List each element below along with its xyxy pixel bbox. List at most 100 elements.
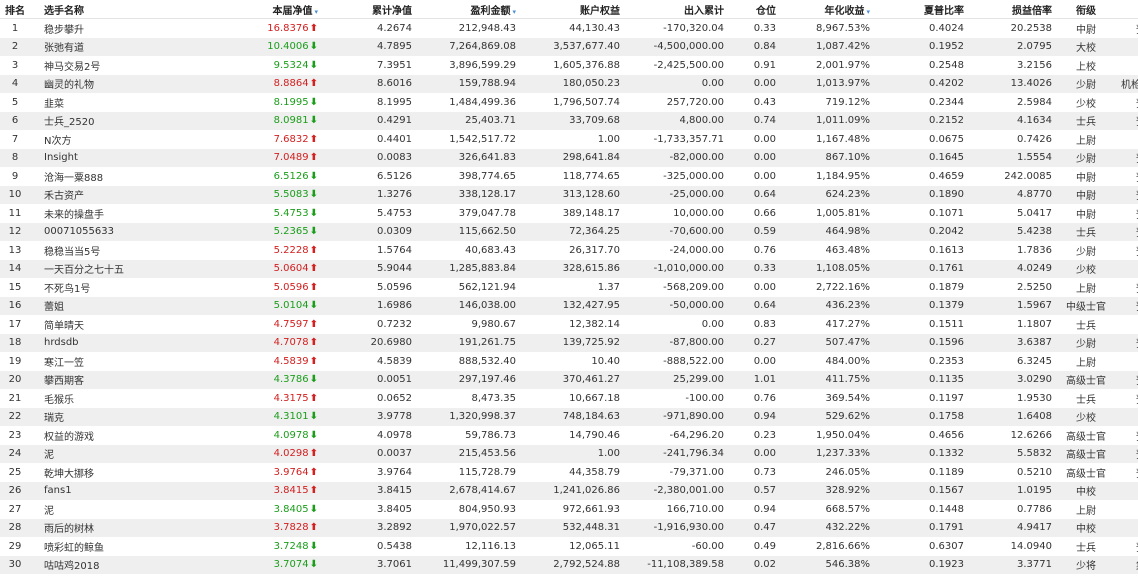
cell-name[interactable]: 00071055633: [30, 222, 224, 241]
nav-value: 5.5083: [273, 189, 309, 201]
cell-name[interactable]: 简单晴天: [30, 315, 224, 334]
cell-arm: 空军: [1116, 481, 1138, 500]
cell-name[interactable]: N次方: [30, 130, 224, 149]
arrow-down-icon: ⬇: [309, 59, 318, 71]
cell-title: 中尉: [1076, 24, 1096, 36]
cell-sharpe: 0.1791: [874, 518, 968, 537]
cell-nav: 5.2228⬆: [224, 241, 322, 260]
cell-flow: -100.00: [685, 392, 724, 404]
cell-sharpe: 0.4656: [929, 429, 964, 441]
table-row: 8 Insight 7.0489⬆ 0.0083 326,641.83 298,641.8…: [0, 148, 1138, 167]
cell-name[interactable]: 寒江一笠: [30, 352, 224, 371]
cell-pnl: 1,320,998.37: [416, 407, 520, 426]
cell-name[interactable]: 毛猴乐: [30, 389, 224, 408]
cell-name[interactable]: 雨后的树林: [30, 518, 224, 537]
cell-arm: 预备役: [1116, 241, 1138, 260]
nav-value: 3.8415: [273, 485, 309, 497]
cell-name[interactable]: 神马交易2号: [30, 56, 224, 75]
cell-nav: 4.3175⬆: [224, 389, 322, 408]
cell-title: 士兵: [1076, 542, 1096, 554]
cell-flow: 0.00: [624, 74, 728, 93]
cell-nav: 5.0104⬇: [224, 296, 322, 315]
cell-pnl: 804,950.93: [458, 503, 516, 515]
cell-name[interactable]: 一天百分之七十五: [30, 259, 224, 278]
cell-name[interactable]: 幽灵的礼物: [30, 74, 224, 93]
cell-arm: 预备役: [1116, 537, 1138, 556]
arrow-up-icon: ⬆: [309, 263, 318, 275]
arrow-up-icon: ⬆: [309, 355, 318, 367]
table-row: 28 雨后的树林 3.7828⬆ 3.2892 1,970,022.57 532,448.…: [0, 518, 1138, 537]
cell-name[interactable]: 稳步攀升: [30, 19, 224, 38]
cell-cum: 6.5126: [377, 170, 412, 182]
nav-value: 3.8405: [273, 503, 309, 515]
sort-desc-icon: ▾: [866, 7, 870, 16]
cell-arm: 预备役: [1116, 426, 1138, 445]
cell-equity: 14,790.46: [569, 429, 620, 441]
cell-nav: 10.4006⬇: [224, 37, 322, 56]
table-row: 2 张弛有道 10.4006⬇ 4.7895 7,264,869.08 3,537,677…: [0, 37, 1138, 56]
cell-pnl: 59,786.73: [465, 429, 516, 441]
cell-pnl: 40,683.43: [465, 244, 516, 256]
cell-name[interactable]: 乾坤大挪移: [30, 463, 224, 482]
cell-pnl: 212,948.43: [458, 22, 516, 34]
cell-flow: -568,209.00: [663, 281, 724, 293]
cell-annual: 529.62%: [780, 407, 874, 426]
cell-plratio: 2.5984: [1017, 96, 1052, 108]
cell-flow: -1,916,930.00: [624, 518, 728, 537]
cell-rank: 5: [11, 96, 19, 108]
cell-name[interactable]: 泥: [30, 444, 224, 463]
header-nav-sortable[interactable]: 本届净值 ▾: [224, 0, 322, 19]
cell-name[interactable]: Insight: [30, 148, 224, 167]
cell-name[interactable]: 士兵_2520: [30, 111, 224, 130]
cell-plratio: 242.0085: [1004, 170, 1052, 182]
nav-value: 5.2365: [273, 226, 309, 238]
cell-name[interactable]: 喷彩虹的鲸鱼: [30, 537, 224, 556]
cell-arm: 预备役: [1116, 222, 1138, 241]
cell-rank: 11: [8, 207, 22, 219]
cell-annual: 246.05%: [825, 466, 871, 478]
cell-sharpe: 0.1758: [874, 407, 968, 426]
cell-name[interactable]: 蕾姐: [30, 296, 224, 315]
cell-flow: -2,380,001.00: [624, 481, 728, 500]
cell-name[interactable]: 泥: [30, 500, 224, 519]
cell-name[interactable]: hrdsdb: [30, 333, 224, 352]
cell-name[interactable]: fans1: [30, 481, 224, 500]
arrow-up-icon: ⬆: [309, 281, 318, 293]
cell-plratio: 14.0940: [1010, 540, 1052, 552]
cell-nav: 3.8415⬆: [224, 481, 322, 500]
cell-title: 中校: [1056, 518, 1116, 537]
cell-equity: 1,605,376.88: [553, 59, 620, 71]
cell-flow: -79,371.00: [669, 466, 724, 478]
cell-rank: 20: [0, 370, 30, 389]
cell-sharpe: 0.1923: [874, 555, 968, 574]
cell-nav: 4.7597⬆: [224, 315, 322, 334]
cell-name[interactable]: 瑞克: [30, 407, 224, 426]
cell-name[interactable]: 不死鸟1号: [30, 278, 224, 297]
cell-name[interactable]: 沧海一粟888: [30, 167, 224, 186]
cell-annual: 1,184.95%: [815, 170, 870, 182]
cell-name[interactable]: 攀西期客: [30, 370, 224, 389]
cell-name[interactable]: 张弛有道: [30, 37, 224, 56]
cell-name[interactable]: 咕咕鸡2018: [30, 555, 224, 574]
cell-name[interactable]: 韭菜: [30, 93, 224, 112]
cell-nav: 16.8376⬆: [224, 19, 322, 38]
cell-sharpe: 0.1567: [874, 481, 968, 500]
cell-rank: 6: [0, 111, 30, 130]
cell-equity: 1,241,026.86: [520, 481, 624, 500]
cell-plratio: 4.1634: [968, 111, 1056, 130]
cell-name[interactable]: 权益的游戏: [30, 426, 224, 445]
header-annual-sortable[interactable]: 年化收益 ▾: [780, 0, 874, 19]
table-row: 15 不死鸟1号 5.0596⬆ 5.0596 562,121.94 1.37 -568,2…: [0, 278, 1138, 297]
header-pnl-sortable[interactable]: 盈利金额 ▾: [416, 0, 520, 19]
cell-annual: 369.54%: [825, 392, 871, 404]
cell-position: 0.00: [728, 444, 780, 463]
cell-name[interactable]: 稳稳当当5号: [30, 241, 224, 260]
cell-rank: 3: [11, 59, 19, 71]
cell-cum: 1.5764: [377, 244, 412, 256]
cell-name[interactable]: 未来的操盘手: [30, 204, 224, 223]
cell-arm: 预备役: [1116, 278, 1138, 297]
cell-annual: 432.22%: [780, 518, 874, 537]
table-row: 22 瑞克 4.3101⬇ 3.9778 1,320,998.37 748,184.63-…: [0, 407, 1138, 426]
table-row: 16 蕾姐 5.0104⬇ 1.6986 146,038.00 132,427.95 -50…: [0, 296, 1138, 315]
cell-name[interactable]: 禾古资产: [30, 185, 224, 204]
